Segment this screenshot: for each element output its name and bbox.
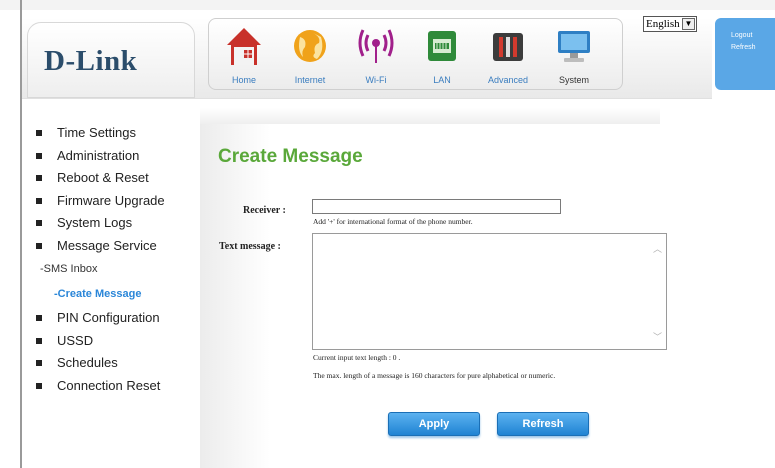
scroll-up-icon[interactable]: ︿: [653, 242, 662, 255]
tools-icon: [493, 33, 523, 61]
text-message-label: Text message :: [219, 241, 281, 252]
sidebar-item-label: Firmware Upgrade: [57, 192, 165, 208]
bullet-icon: [36, 242, 42, 249]
lan-icon: [428, 31, 456, 61]
chevron-down-icon: ▼: [682, 18, 695, 30]
receiver-input[interactable]: [312, 199, 561, 214]
receiver-hint: Add '+' for international format of the …: [313, 217, 473, 226]
scroll-down-icon[interactable]: ﹀: [653, 330, 662, 343]
sidebar-item-schedules[interactable]: Schedules: [36, 354, 196, 377]
nav-label-lan: LAN: [433, 75, 451, 85]
nav-lan[interactable]: LAN: [411, 19, 473, 89]
top-strip: [0, 0, 775, 10]
language-value: English: [646, 18, 680, 30]
nav-label-home: Home: [231, 75, 256, 85]
content-top-shade: [200, 108, 660, 124]
sidebar-subitem-create-message[interactable]: -Create Message: [36, 284, 196, 309]
dlink-logo: D-Link: [44, 45, 138, 77]
sidebar-item-time-settings[interactable]: Time Settings: [36, 124, 196, 147]
nav-label-system: System: [558, 75, 589, 85]
page-title: Create Message: [218, 146, 363, 167]
bullet-icon: [36, 152, 42, 159]
bullet-icon: [36, 197, 42, 204]
sidebar-item-firmware-upgrade[interactable]: Firmware Upgrade: [36, 192, 196, 215]
bullet-icon: [36, 175, 42, 181]
nav-label-advanced: Advanced: [487, 75, 529, 85]
bullet-icon: [36, 360, 42, 366]
sidebar-item-connection-reset[interactable]: Connection Reset: [36, 377, 196, 400]
refresh-link[interactable]: Refresh: [731, 44, 775, 51]
nav-system[interactable]: System: [543, 19, 605, 89]
bullet-icon: [36, 315, 42, 321]
sidebar-item-label: System Logs: [57, 215, 133, 230]
nav-label-wifi: Wi-Fi: [365, 75, 387, 85]
sidebar-item-system-logs[interactable]: System Logs: [36, 214, 196, 237]
sidebar-item-administration[interactable]: Administration: [36, 147, 196, 170]
text-message-area[interactable]: ︿ ﹀: [312, 233, 667, 350]
wifi-icon: [358, 29, 394, 63]
sidebar-item-label: Connection Reset: [57, 377, 161, 393]
bullet-icon: [36, 220, 42, 226]
text-length-status: Current input text length : 0 .: [313, 353, 401, 362]
sidebar-item-ussd[interactable]: USSD: [36, 332, 196, 355]
bullet-icon: [36, 337, 42, 344]
nav-label-internet: Internet: [294, 75, 326, 85]
max-length-note: The max. length of a message is 160 char…: [313, 371, 556, 380]
sidebar-subitem-sms-inbox[interactable]: -SMS Inbox: [36, 259, 196, 284]
bullet-icon: [36, 130, 42, 136]
sidebar-item-label: PIN Configuration: [57, 310, 160, 325]
sidebar-item-pin-configuration[interactable]: PIN Configuration: [36, 309, 196, 332]
bullet-icon: [36, 382, 42, 389]
receiver-label: Receiver :: [243, 205, 286, 216]
sidebar-item-label: USSD: [57, 332, 94, 348]
home-icon: [227, 28, 261, 65]
nav-home[interactable]: Home: [213, 19, 275, 89]
monitor-icon: [558, 31, 590, 62]
nav-internet[interactable]: Internet: [279, 19, 341, 89]
sidebar: Time Settings Administration Reboot & Re…: [36, 124, 196, 399]
sidebar-item-message-service[interactable]: Message Service: [36, 237, 196, 260]
sidebar-item-label: Reboot & Reset: [57, 170, 149, 185]
sidebar-item-label: Time Settings: [57, 125, 136, 140]
sidebar-item-label: Message Service: [57, 237, 157, 253]
apply-button[interactable]: Apply: [388, 412, 480, 436]
globe-icon: [294, 30, 326, 62]
refresh-button[interactable]: Refresh: [497, 412, 589, 436]
user-panel: Logout Refresh: [715, 18, 775, 90]
sidebar-item-reboot-reset[interactable]: Reboot & Reset: [36, 169, 196, 192]
logout-link[interactable]: Logout: [731, 32, 775, 39]
main-nav: Home Internet Wi-Fi LAN Advanced System: [208, 18, 623, 90]
nav-advanced[interactable]: Advanced: [477, 19, 539, 89]
nav-wifi[interactable]: Wi-Fi: [345, 19, 407, 89]
sidebar-item-label: Administration: [57, 147, 140, 163]
sidebar-item-label: Schedules: [57, 355, 118, 370]
language-select[interactable]: English ▼: [643, 16, 697, 32]
